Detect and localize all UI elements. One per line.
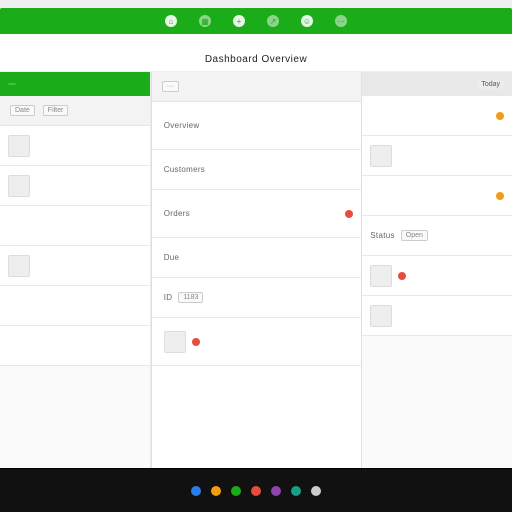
list-item[interactable] <box>362 136 512 176</box>
new-icon[interactable]: + <box>233 15 245 27</box>
left-toolbar: Date Filter <box>0 96 150 126</box>
share-icon[interactable]: ↗ <box>267 15 279 27</box>
toolbar-chip[interactable]: ··· <box>162 81 179 92</box>
thumb-icon <box>370 305 392 327</box>
list-item[interactable] <box>0 246 150 286</box>
content-area: Date Filter ··· Overview Customers <box>0 72 512 468</box>
page-title: Dashboard Overview <box>0 34 512 72</box>
list-item[interactable]: Due <box>152 238 362 278</box>
list-item[interactable]: Customers <box>152 150 362 190</box>
id-badge: 1183 <box>178 292 203 303</box>
list-item[interactable]: ID 1183 <box>152 278 362 318</box>
row-label: Due <box>164 253 180 262</box>
thumb-icon <box>8 175 30 197</box>
apps-icon[interactable]: ▦ <box>199 15 211 27</box>
list-item[interactable] <box>362 176 512 216</box>
home-icon[interactable]: ⌂ <box>165 15 177 27</box>
list-item[interactable] <box>0 286 150 326</box>
list-item[interactable] <box>362 256 512 296</box>
left-column: Date Filter <box>0 72 151 468</box>
right-head-chip: Today <box>477 80 504 89</box>
list-item[interactable] <box>0 206 150 246</box>
app-window: ⌂ ▦ + ↗ ☺ ⋯ Dashboard Overview Date Filt… <box>0 8 512 468</box>
status-badge: Open <box>401 230 428 241</box>
filter-badge[interactable]: Filter <box>43 105 69 116</box>
list-item[interactable]: Overview <box>152 102 362 150</box>
date-badge[interactable]: Date <box>10 105 35 116</box>
row-label: ID <box>164 293 173 302</box>
right-column: Today Status Open <box>362 72 512 468</box>
right-column-header[interactable]: Today <box>362 72 512 96</box>
left-head-chip <box>8 83 16 85</box>
more-icon[interactable]: ⋯ <box>335 15 347 27</box>
row-label: Orders <box>164 209 190 218</box>
list-item[interactable] <box>0 126 150 166</box>
status-dot-icon <box>192 338 200 346</box>
list-item[interactable] <box>362 96 512 136</box>
taskbar-app-icon[interactable] <box>251 486 261 496</box>
list-item[interactable]: Orders <box>152 190 362 238</box>
thumb-icon <box>370 145 392 167</box>
taskbar-app-icon[interactable] <box>211 486 221 496</box>
taskbar-app-icon[interactable] <box>191 486 201 496</box>
taskbar <box>0 468 512 512</box>
taskbar-app-icon[interactable] <box>311 486 321 496</box>
thumb-icon <box>164 331 186 353</box>
status-dot-icon <box>496 112 504 120</box>
user-icon[interactable]: ☺ <box>301 15 313 27</box>
row-label: Status <box>370 231 394 240</box>
center-toolbar: ··· <box>152 72 362 102</box>
list-item[interactable] <box>152 318 362 366</box>
thumb-icon <box>8 135 30 157</box>
topbar: ⌂ ▦ + ↗ ☺ ⋯ <box>0 8 512 34</box>
taskbar-app-icon[interactable] <box>291 486 301 496</box>
list-item[interactable] <box>0 326 150 366</box>
thumb-icon <box>8 255 30 277</box>
thumb-icon <box>370 265 392 287</box>
row-label: Customers <box>164 165 205 174</box>
status-dot-icon <box>345 210 353 218</box>
list-item[interactable] <box>0 166 150 206</box>
status-dot-icon <box>496 192 504 200</box>
row-label: Overview <box>164 121 200 130</box>
list-item[interactable]: Status Open <box>362 216 512 256</box>
center-column: ··· Overview Customers Orders Due ID 118… <box>151 72 363 468</box>
taskbar-app-icon[interactable] <box>271 486 281 496</box>
list-item[interactable] <box>362 296 512 336</box>
taskbar-app-icon[interactable] <box>231 486 241 496</box>
left-column-header[interactable] <box>0 72 150 96</box>
status-dot-icon <box>398 272 406 280</box>
